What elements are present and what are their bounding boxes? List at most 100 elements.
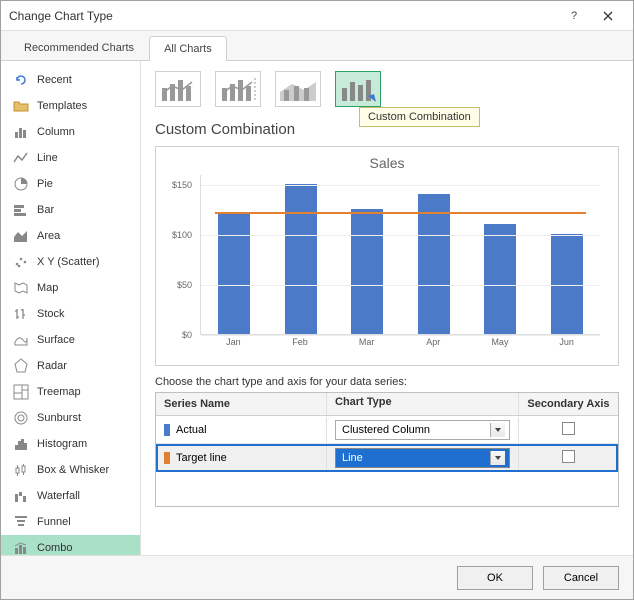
chart-type-select-actual[interactable]: Clustered Column [335,420,510,440]
close-icon [603,11,613,21]
sidebar-item-label: Funnel [37,516,71,528]
dialog-title: Change Chart Type [9,9,557,23]
treemap-chart-icon [13,384,29,400]
chart-category-sidebar: Recent Templates Column Line Pie Bar Are… [1,61,141,555]
sunburst-chart-icon [13,410,29,426]
chevron-down-icon [495,428,501,432]
area-chart-icon [13,228,29,244]
bar-series [201,174,600,334]
sidebar-item-label: Waterfall [37,490,80,502]
sidebar-item-label: Treemap [37,386,81,398]
header-series-name: Series Name [156,393,326,415]
x-axis-labels: JanFebMarAprMayJun [200,337,600,347]
main-panel: Custom Combination Custom Combination Sa… [141,61,633,555]
series-row-target[interactable]: Target line Line [156,444,618,472]
funnel-chart-icon [13,514,29,530]
change-chart-type-dialog: Change Chart Type ? Recommended Charts A… [0,0,634,600]
y-axis-labels: $0$50$100$150 [164,175,196,335]
secondary-axis-checkbox-target[interactable] [562,450,575,463]
histogram-chart-icon [13,436,29,452]
sidebar-item-bar[interactable]: Bar [1,197,140,223]
sidebar-item-scatter[interactable]: X Y (Scatter) [1,249,140,275]
sidebar-item-label: Bar [37,204,54,216]
sidebar-item-label: Recent [37,74,72,86]
tab-strip: Recommended Charts All Charts [1,31,633,61]
sidebar-item-label: Templates [37,100,87,112]
sidebar-item-area[interactable]: Area [1,223,140,249]
header-secondary-axis: Secondary Axis [518,393,618,415]
chart-type-select-target[interactable]: Line [335,448,510,468]
radar-chart-icon [13,358,29,374]
folder-icon [13,98,29,114]
chart-preview: Sales $0$50$100$150 JanFebMarAprMayJun [155,146,619,366]
sidebar-item-label: Line [37,152,58,164]
subtype-custom-combination[interactable] [335,71,381,107]
stock-chart-icon [13,306,29,322]
sidebar-item-waterfall[interactable]: Waterfall [1,483,140,509]
scatter-chart-icon [13,254,29,270]
sidebar-item-radar[interactable]: Radar [1,353,140,379]
sidebar-item-pie[interactable]: Pie [1,171,140,197]
tab-recommended[interactable]: Recommended Charts [9,35,149,60]
sidebar-item-stock[interactable]: Stock [1,301,140,327]
sidebar-item-label: Combo [37,542,72,554]
cancel-button[interactable]: Cancel [543,566,619,590]
sidebar-item-combo[interactable]: Combo [1,535,140,555]
sidebar-item-map[interactable]: Map [1,275,140,301]
undo-icon [13,72,29,88]
sidebar-item-label: Column [37,126,75,138]
ok-button[interactable]: OK [457,566,533,590]
series-swatch [164,424,170,436]
chart-type-value: Line [342,452,363,464]
help-button[interactable]: ? [557,4,591,28]
subtype-clustered-column-line[interactable] [155,71,201,107]
sidebar-item-surface[interactable]: Surface [1,327,140,353]
sidebar-item-label: Pie [37,178,53,190]
sidebar-item-templates[interactable]: Templates [1,93,140,119]
combo-chart-icon [13,540,29,555]
column-chart-icon [13,124,29,140]
dialog-body: Recent Templates Column Line Pie Bar Are… [1,61,633,555]
subtype-tooltip: Custom Combination [359,107,480,127]
chart-title: Sales [164,155,610,171]
sidebar-item-histogram[interactable]: Histogram [1,431,140,457]
sidebar-item-boxwhisker[interactable]: Box & Whisker [1,457,140,483]
sidebar-item-column[interactable]: Column [1,119,140,145]
subtype-clustered-column-line-secondary[interactable] [215,71,261,107]
chart-type-value: Clustered Column [342,424,430,436]
line-chart-icon [13,150,29,166]
series-name-label: Target line [176,452,227,464]
sidebar-item-label: Radar [37,360,67,372]
pie-chart-icon [13,176,29,192]
secondary-axis-checkbox-actual[interactable] [562,422,575,435]
series-name-label: Actual [176,424,207,436]
sidebar-item-label: Area [37,230,60,242]
series-table-header: Series Name Chart Type Secondary Axis [156,393,618,416]
series-caption: Choose the chart type and axis for your … [155,376,619,388]
chevron-down-icon [495,456,501,460]
sidebar-item-label: Stock [37,308,65,320]
dialog-footer: OK Cancel [1,555,633,599]
sidebar-item-funnel[interactable]: Funnel [1,509,140,535]
sidebar-item-treemap[interactable]: Treemap [1,379,140,405]
series-row-actual[interactable]: Actual Clustered Column [156,416,618,444]
sidebar-item-sunburst[interactable]: Sunburst [1,405,140,431]
boxwhisker-chart-icon [13,462,29,478]
chart-plot-area: $0$50$100$150 JanFebMarAprMayJun [200,175,600,355]
waterfall-chart-icon [13,488,29,504]
sidebar-item-label: X Y (Scatter) [37,256,100,268]
tab-all-charts[interactable]: All Charts [149,36,227,61]
combo-subtype-row: Custom Combination [155,71,619,107]
titlebar: Change Chart Type ? [1,1,633,31]
plot-region [200,175,600,335]
sidebar-item-recent[interactable]: Recent [1,67,140,93]
map-chart-icon [13,280,29,296]
sidebar-item-label: Map [37,282,58,294]
sidebar-item-label: Histogram [37,438,87,450]
header-chart-type: Chart Type [326,393,518,415]
subtype-stacked-area-column[interactable] [275,71,321,107]
close-button[interactable] [591,4,625,28]
sidebar-item-label: Box & Whisker [37,464,109,476]
sidebar-item-label: Sunburst [37,412,81,424]
sidebar-item-line[interactable]: Line [1,145,140,171]
